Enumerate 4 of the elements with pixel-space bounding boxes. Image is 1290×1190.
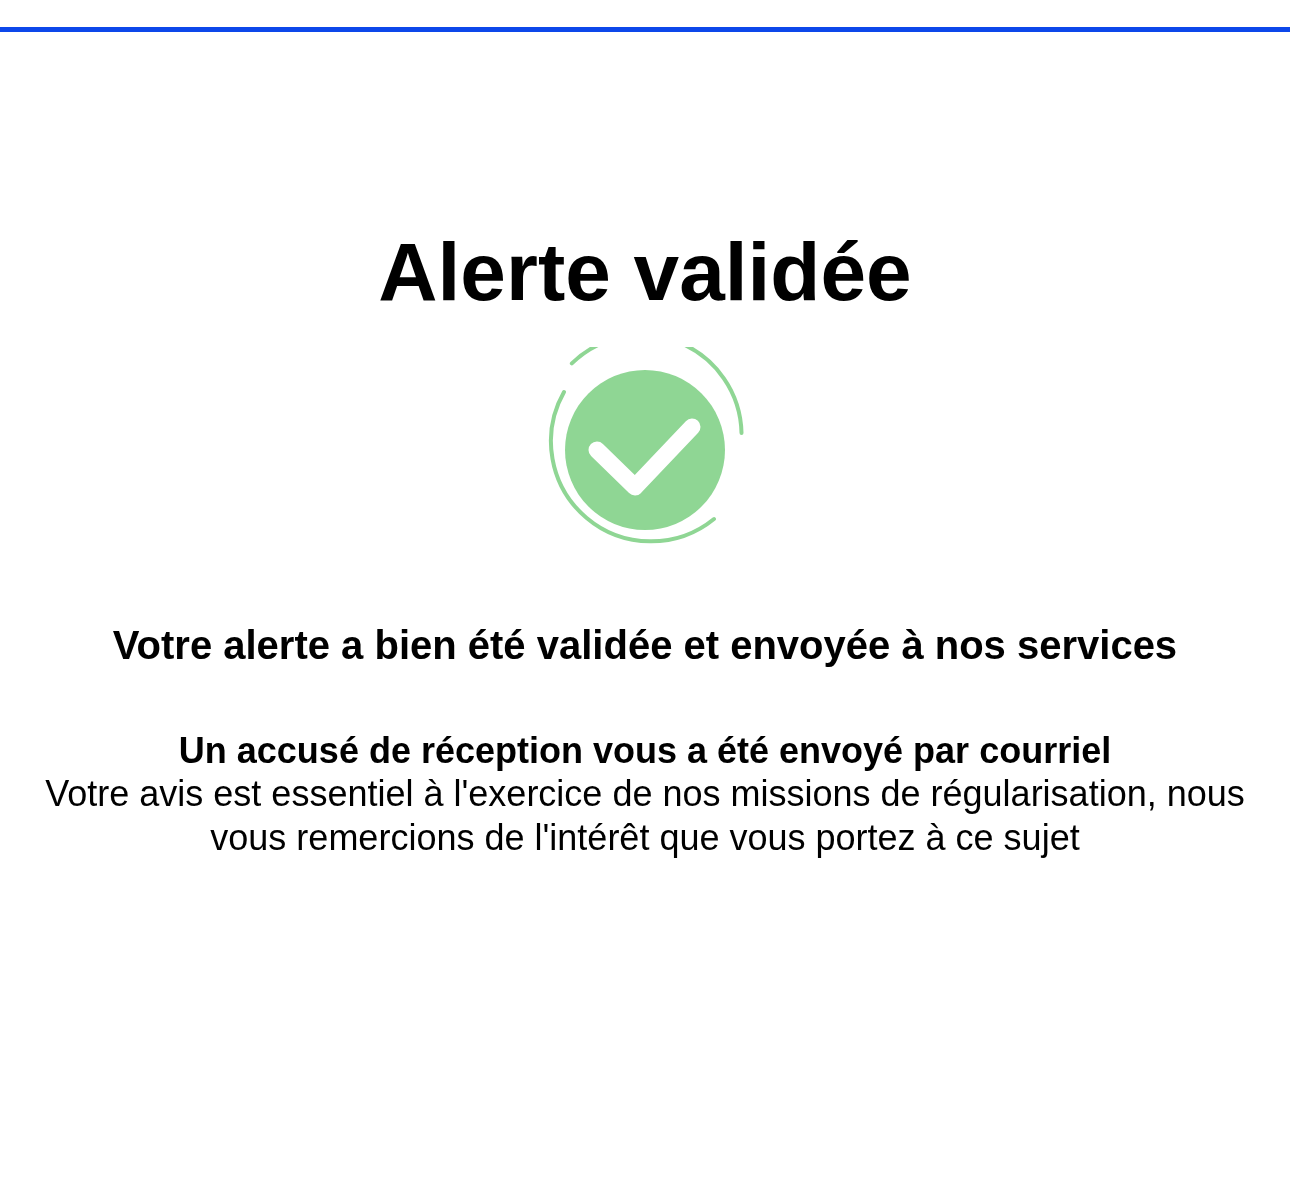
confirmation-heading: Votre alerte a bien été validée et envoyée à nos services <box>111 623 1179 668</box>
message-text: Votre avis est essentiel à l'exercice de nos missions de régularisation, nous vous remercions de l'intérêt que vous portez à ce sujet <box>44 772 1246 859</box>
page-title: Alerte validée <box>378 227 912 318</box>
acknowledgement-text: Un accusé de réception vous a été envoyé par courriel <box>178 729 1112 773</box>
